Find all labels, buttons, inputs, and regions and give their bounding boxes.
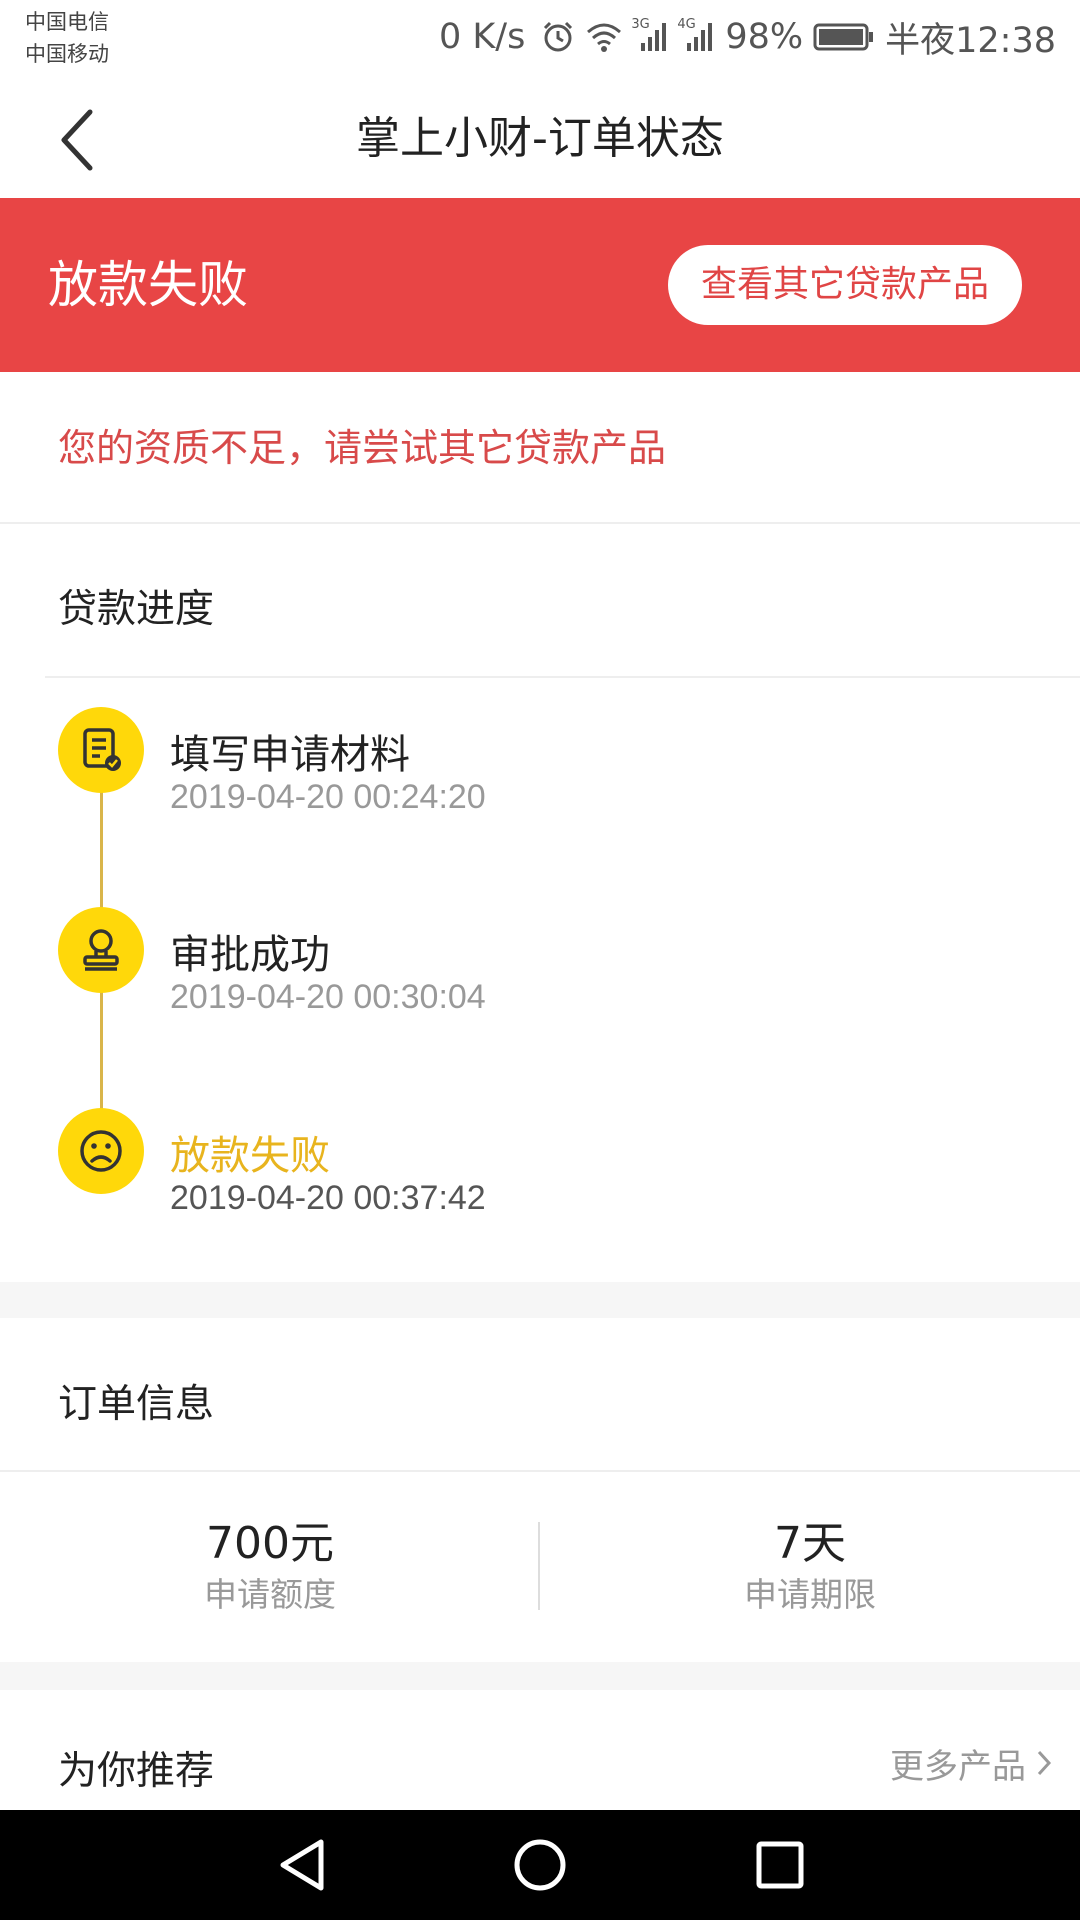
carrier-1: 中国电信: [25, 10, 109, 34]
battery-percent: 98%: [725, 17, 804, 57]
recommend-title: 为你推荐: [58, 1749, 215, 1794]
view-other-products-button[interactable]: 查看其它贷款产品: [668, 245, 1022, 325]
progress-title: 贷款进度: [58, 587, 215, 632]
term-stat: 7天 申请期限: [540, 1516, 1080, 1618]
order-info-title: 订单信息: [58, 1382, 215, 1427]
status-banner: 放款失败 查看其它贷款产品: [0, 198, 1080, 372]
amount-stat: 700元 申请额度: [0, 1516, 540, 1618]
signal-3g-label: 3G: [631, 17, 650, 32]
alarm-icon: [541, 20, 575, 54]
step-label: 放款失败: [170, 1133, 330, 1179]
more-products-label: 更多产品: [890, 1746, 1026, 1787]
failure-notice: 您的资质不足，请尝试其它贷款产品: [0, 372, 1080, 524]
progress-divider: [45, 676, 1080, 678]
carrier-2: 中国移动: [25, 42, 109, 66]
page-title: 掌上小财-订单状态: [356, 113, 724, 164]
battery-icon: [813, 22, 875, 52]
square-recents-icon: [756, 1841, 804, 1889]
clock: 半夜12:38: [885, 20, 1056, 61]
system-back-button[interactable]: [274, 1837, 330, 1893]
status-bar: 中国电信 中国移动 0 K/s 3G 4G 98% 半夜12:38: [0, 0, 1080, 80]
wifi-icon: [585, 21, 623, 53]
sad-face-icon: [58, 1108, 144, 1194]
status-indicators: 0 K/s 3G 4G 98% 半夜12:38: [438, 14, 1056, 61]
system-nav-bar: [0, 1810, 1080, 1920]
amount-label: 申请额度: [204, 1575, 336, 1614]
more-products-link[interactable]: 更多产品: [890, 1732, 1052, 1794]
nav-bar: 掌上小财-订单状态: [0, 80, 1080, 198]
term-value: 7天: [774, 1518, 846, 1569]
amount-value: 700元: [206, 1518, 334, 1569]
system-recents-button[interactable]: [752, 1837, 808, 1893]
document-check-icon: [58, 707, 144, 793]
order-info-divider: [0, 1470, 1080, 1472]
net-speed: 0 K/s: [438, 17, 526, 57]
step-time: 2019-04-20 00:30:04: [170, 978, 486, 1016]
carrier-info: 中国电信 中国移动: [25, 6, 109, 70]
notice-text: 您的资质不足，请尝试其它贷款产品: [58, 426, 667, 470]
section-gap: [0, 1282, 1080, 1318]
section-gap: [0, 1662, 1080, 1690]
step-label: 填写申请材料: [170, 732, 410, 778]
step-label: 审批成功: [170, 932, 330, 978]
circle-home-icon: [514, 1839, 566, 1891]
system-home-button[interactable]: [512, 1837, 568, 1893]
signal-4g-label: 4G: [677, 17, 696, 32]
signal-4g-icon: 4G: [677, 17, 715, 53]
signal-3g-icon: 3G: [631, 17, 669, 53]
chevron-right-icon: [1037, 1750, 1052, 1776]
stamp-icon: [58, 907, 144, 993]
triangle-back-icon: [280, 1839, 324, 1891]
step-time: 2019-04-20 00:24:20: [170, 778, 486, 816]
banner-status-text: 放款失败: [48, 256, 248, 314]
term-label: 申请期限: [744, 1575, 876, 1614]
step-time: 2019-04-20 00:37:42: [170, 1179, 486, 1217]
